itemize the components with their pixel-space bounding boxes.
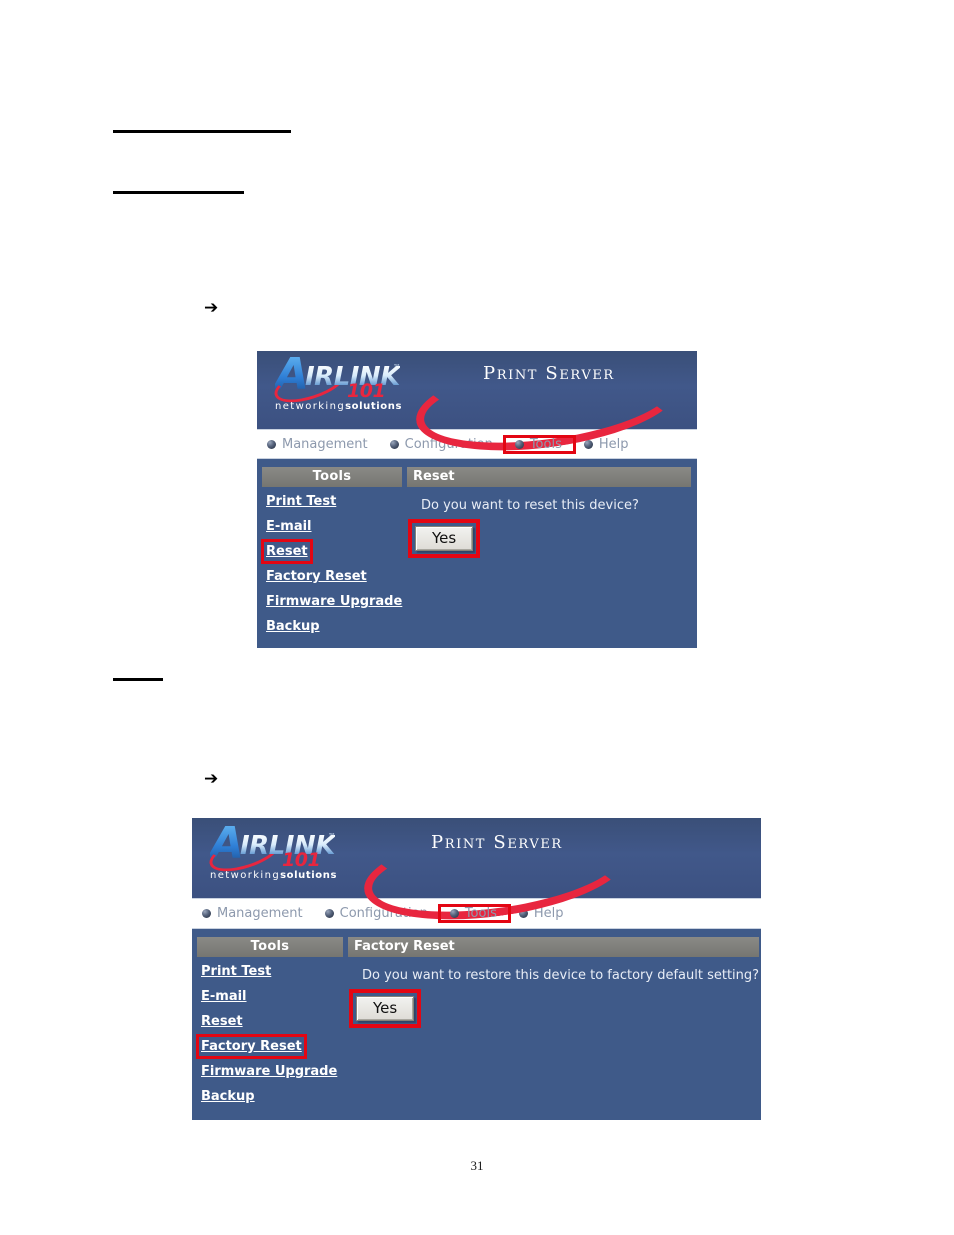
tagline-light: networking [275, 401, 346, 412]
logo-trademark-icon: ™ [393, 363, 401, 372]
content-question-text: Do you want to restore this device to fa… [362, 968, 760, 983]
tools-sidebar: Tools Print Test E-mail Reset Factory Re… [257, 459, 407, 648]
sidebar-row: E-mail [257, 517, 407, 542]
logo-tagline: networkingsolutions [210, 870, 337, 881]
sidebar-item-backup[interactable]: Backup [265, 618, 321, 635]
page-number: 31 [470, 1158, 484, 1173]
content-question-text: Do you want to reset this device? [421, 498, 639, 513]
sidebar-item-email[interactable]: E-mail [200, 988, 248, 1005]
content-pane: Reset Do you want to reset this device? … [407, 459, 697, 648]
sidebar-row: Firmware Upgrade [257, 592, 407, 617]
screenshot-reset-panel: A IRLINK ™ 101 networkingsolutions Print… [257, 351, 697, 648]
nav-item-management[interactable]: Management [192, 906, 315, 921]
airlink-logo: A IRLINK ™ 101 networkingsolutions [205, 822, 370, 881]
sidebar-item-print-test[interactable]: Print Test [265, 493, 337, 510]
content-pane-title: Factory Reset [348, 937, 760, 957]
sidebar-title: Tools [262, 467, 402, 487]
nav-item-label: Management [282, 436, 368, 452]
tagline-light: networking [210, 870, 281, 881]
sidebar-row: Reset [192, 1012, 348, 1037]
product-title-block: Print Server [358, 818, 634, 935]
sidebar-item-factory-reset[interactable]: Factory Reset [196, 1034, 307, 1059]
sidebar-item-firmware-upgrade[interactable]: Firmware Upgrade [265, 593, 403, 610]
logo-tagline: networkingsolutions [275, 401, 402, 412]
device-header: A IRLINK ™ 101 networkingsolutions Print… [257, 351, 697, 466]
product-title: Print Server [483, 363, 615, 384]
sidebar-row: Print Test [192, 962, 348, 987]
airlink-logo: A IRLINK ™ 101 networkingsolutions [270, 353, 435, 412]
yes-button[interactable]: Yes [348, 989, 422, 1028]
logo-trademark-icon: ™ [328, 832, 336, 841]
sidebar-row: Backup [257, 617, 407, 642]
yes-button[interactable]: Yes [407, 519, 481, 558]
confirm-row: Yes [348, 989, 759, 1028]
bullet-sphere-icon [449, 909, 459, 918]
content-pane: Factory Reset Do you want to restore thi… [348, 929, 761, 1120]
nav-item-label: Management [217, 906, 303, 921]
nav-item-tools[interactable]: Tools [502, 434, 576, 454]
sidebar-item-factory-reset[interactable]: Factory Reset [265, 568, 368, 585]
document-rule-heading-1 [113, 130, 291, 133]
arrow-bullet-icon: ➔ [204, 298, 219, 318]
tagline-bold: solutions [345, 401, 402, 412]
sidebar-item-reset[interactable]: Reset [200, 1013, 244, 1030]
sidebar-row: Print Test [257, 492, 407, 517]
sidebar-title: Tools [197, 937, 343, 957]
nav-item-management[interactable]: Management [257, 437, 380, 452]
device-body: Tools Print Test E-mail Reset Factory Re… [257, 459, 697, 648]
device-body: Tools Print Test E-mail Reset Factory Re… [192, 929, 761, 1120]
sidebar-item-firmware-upgrade[interactable]: Firmware Upgrade [200, 1063, 338, 1080]
screenshot-factory-reset-panel: A IRLINK ™ 101 networkingsolutions Print… [192, 818, 761, 1120]
sidebar-row: Factory Reset [257, 567, 407, 592]
tagline-bold: solutions [280, 870, 337, 881]
document-rule-heading-2 [113, 191, 244, 194]
sidebar-row: Backup [192, 1087, 348, 1112]
bullet-sphere-icon [514, 439, 524, 449]
bullet-sphere-icon [267, 439, 276, 449]
sidebar-row: Firmware Upgrade [192, 1062, 348, 1087]
sidebar-item-email[interactable]: E-mail [265, 518, 313, 535]
sidebar-row: Factory Reset [192, 1034, 348, 1062]
product-title: Print Server [431, 832, 563, 853]
content-pane-title: Reset [407, 467, 691, 487]
nav-item-label: Help [598, 436, 629, 452]
sidebar-item-print-test[interactable]: Print Test [200, 963, 272, 980]
nav-item-label: Tools [529, 436, 562, 452]
device-header: A IRLINK ™ 101 networkingsolutions Print… [192, 818, 761, 935]
tools-sidebar: Tools Print Test E-mail Reset Factory Re… [192, 929, 348, 1120]
confirm-row: Yes [407, 519, 691, 558]
bullet-sphere-icon [202, 909, 211, 918]
nav-item-label: Tools [464, 906, 497, 921]
logo-number-101: 101 [282, 849, 321, 871]
nav-item-tools[interactable]: Tools [437, 904, 511, 923]
sidebar-row: E-mail [192, 987, 348, 1012]
product-title-block: Print Server [410, 351, 686, 466]
sidebar-item-backup[interactable]: Backup [200, 1088, 256, 1105]
logo-number-101: 101 [347, 380, 386, 402]
bullet-sphere-icon [389, 439, 399, 449]
arrow-bullet-icon: ➔ [204, 769, 219, 789]
document-rule-heading-3 [113, 678, 163, 681]
bullet-sphere-icon [324, 909, 334, 918]
sidebar-item-reset[interactable]: Reset [261, 539, 313, 564]
sidebar-row: Reset [257, 539, 407, 567]
